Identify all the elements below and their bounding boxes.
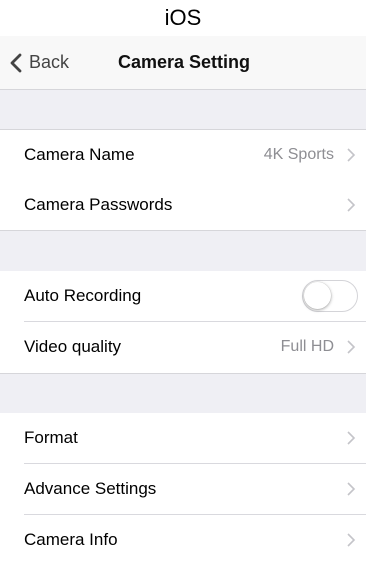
auto-recording-toggle[interactable] xyxy=(302,280,358,312)
row-label: Advance Settings xyxy=(24,479,157,498)
row-label: Auto Recording xyxy=(24,286,142,305)
row-label: Camera Name xyxy=(24,145,135,164)
format-row[interactable]: Format xyxy=(0,413,366,464)
camera-passwords-row[interactable]: Camera Passwords xyxy=(0,180,366,230)
advance-settings-row[interactable]: Advance Settings xyxy=(0,464,366,515)
back-label: Back xyxy=(29,52,70,72)
navigation-bar: Back Camera Setting xyxy=(0,36,366,90)
section-spacer xyxy=(0,373,366,414)
chevron-right-icon xyxy=(347,340,356,354)
chevron-right-icon xyxy=(347,533,356,547)
row-label: Format xyxy=(24,428,78,447)
platform-caption: iOS xyxy=(164,5,202,30)
video-quality-value: Full HD xyxy=(280,338,334,355)
camera-name-row[interactable]: Camera Name 4K Sports xyxy=(0,130,366,181)
page-title: Camera Setting xyxy=(118,52,251,72)
chevron-right-icon xyxy=(347,431,356,445)
camera-name-value: 4K Sports xyxy=(263,146,334,163)
camera-info-row[interactable]: Camera Info xyxy=(0,515,366,565)
toggle-knob xyxy=(304,282,331,309)
chevron-left-icon xyxy=(10,53,22,72)
section-spacer xyxy=(0,230,366,272)
chevron-right-icon xyxy=(347,482,356,496)
chevron-right-icon xyxy=(347,198,356,212)
chevron-right-icon xyxy=(347,148,356,162)
row-label: Camera Info xyxy=(24,530,118,549)
video-quality-row[interactable]: Video quality Full HD xyxy=(0,322,366,372)
auto-recording-row: Auto Recording xyxy=(0,271,366,322)
row-label: Video quality xyxy=(24,337,122,356)
section-spacer xyxy=(0,90,366,130)
row-label: Camera Passwords xyxy=(24,195,173,214)
back-button[interactable]: Back xyxy=(10,36,69,89)
